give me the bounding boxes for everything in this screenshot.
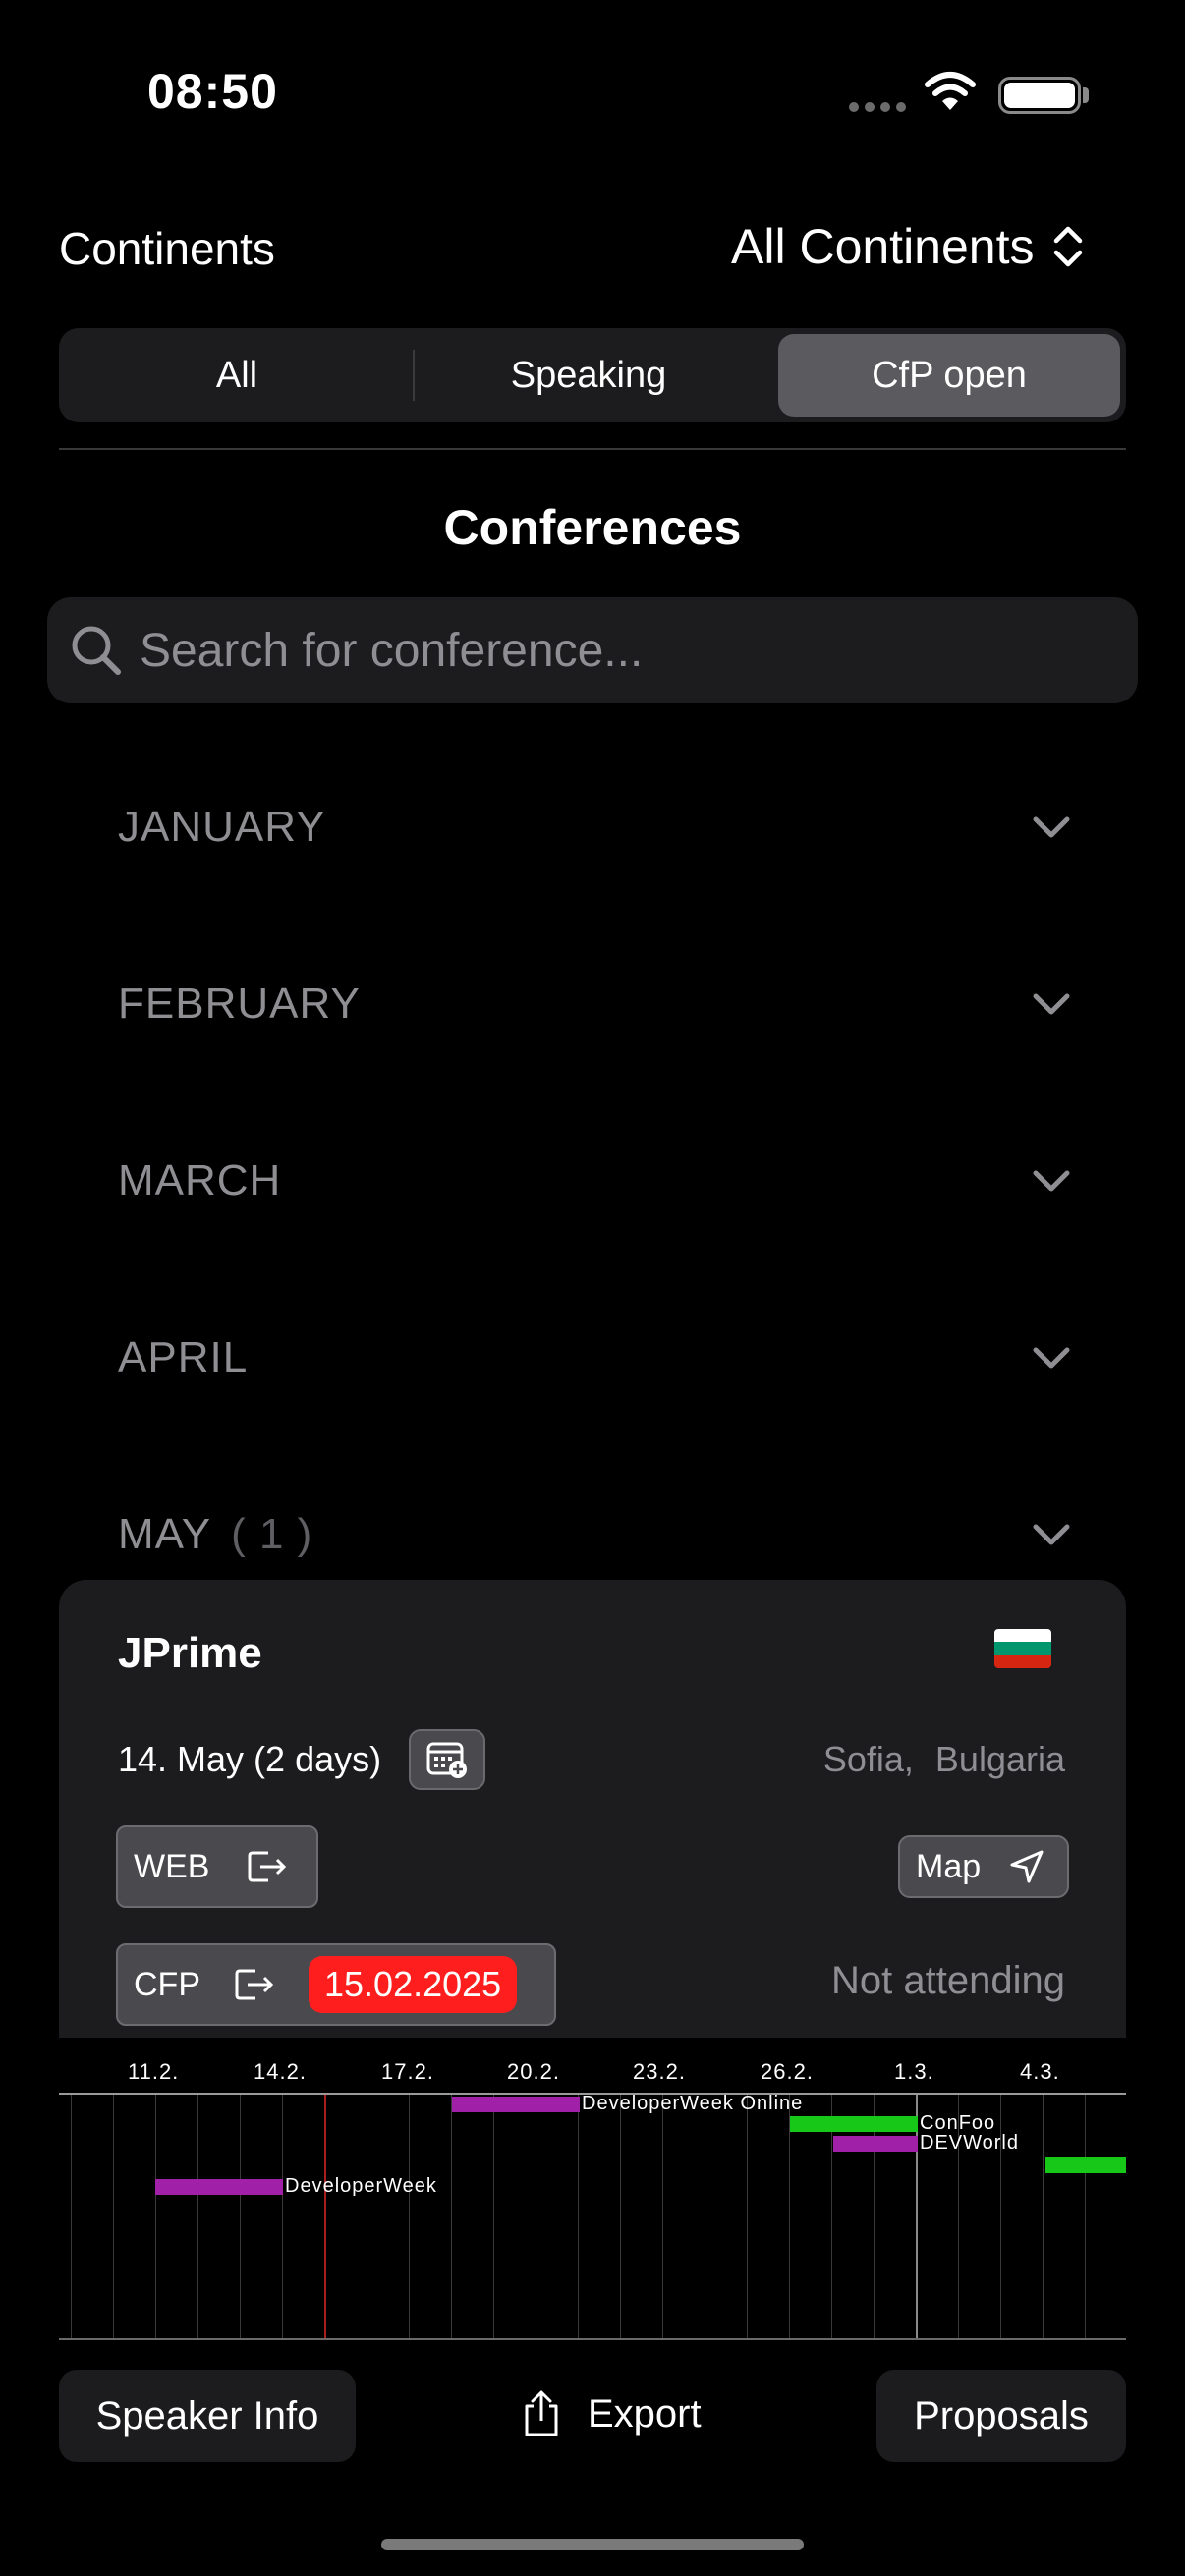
chevron-down-icon xyxy=(1033,993,1070,1015)
timeline-grid-line xyxy=(1043,2095,1044,2338)
month-name: JANUARY xyxy=(118,803,326,851)
timeline-date-label: 11.2. xyxy=(128,2059,180,2084)
timeline-event-label: DeveloperWeek xyxy=(285,2175,437,2197)
flag-stripe xyxy=(994,1654,1051,1668)
timeline-grid-line xyxy=(71,2095,72,2338)
cfp-label: CFP xyxy=(134,1965,200,2003)
timeline-grid-line xyxy=(155,2095,156,2338)
timeline-event-bar[interactable] xyxy=(452,2097,580,2112)
cfp-deadline-badge: 15.02.2025 xyxy=(309,1956,518,2013)
chevron-down-icon xyxy=(1033,1524,1070,1545)
conference-date: 14. May (2 days) xyxy=(118,1739,382,1779)
conference-location: Sofia, Bulgaria xyxy=(822,1739,1065,1779)
search-icon xyxy=(72,626,121,675)
search-input[interactable] xyxy=(140,597,1102,703)
segment-divider xyxy=(413,350,415,401)
timeline-grid-line xyxy=(282,2095,283,2338)
timeline-grid-line xyxy=(451,2095,452,2338)
flag-stripe xyxy=(994,1629,1051,1643)
continents-label: Continents xyxy=(59,223,275,274)
timeline-grid-line xyxy=(493,2095,494,2338)
timeline-event-bar[interactable] xyxy=(1045,2157,1126,2173)
timeline-grid-line xyxy=(240,2095,241,2338)
website-button[interactable]: WEB xyxy=(116,1825,318,1908)
timeline-grid-line xyxy=(113,2095,114,2338)
map-label: Map xyxy=(916,1847,982,1885)
search-bar xyxy=(47,597,1138,703)
timeline-date-labels: 11.2. 14.2. 17.2. 20.2. 23.2. 26.2. 1.3.… xyxy=(59,2049,1126,2089)
segment-speaking[interactable]: Speaking xyxy=(417,334,761,417)
segment-cfp-open[interactable]: CfP open xyxy=(778,334,1120,417)
timeline-grid-line xyxy=(747,2095,748,2338)
website-label: WEB xyxy=(134,1847,210,1885)
wifi-icon xyxy=(924,71,977,119)
calendar-add-icon xyxy=(426,1742,467,1778)
location-arrow-icon xyxy=(1010,1850,1044,1883)
add-to-calendar-button[interactable] xyxy=(409,1729,485,1790)
home-indicator xyxy=(381,2539,804,2550)
timeline-date-label: 20.2. xyxy=(507,2059,560,2084)
timeline-grid-line xyxy=(1085,2095,1086,2338)
month-row-january[interactable]: JANUARY xyxy=(118,788,1071,867)
attendance-status[interactable]: Not attending xyxy=(831,1959,1065,2003)
share-icon xyxy=(525,2390,558,2436)
timeline-grid-line xyxy=(578,2095,579,2338)
month-name: MARCH xyxy=(118,1156,282,1204)
divider xyxy=(59,448,1126,450)
month-count: ( 1 ) xyxy=(231,1510,313,1558)
segment-all[interactable]: All xyxy=(65,334,409,417)
proposals-button[interactable]: Proposals xyxy=(876,2370,1126,2462)
timeline-grid-line xyxy=(662,2095,663,2338)
timeline-date-label: 14.2. xyxy=(254,2059,307,2084)
timeline-date-label: 4.3. xyxy=(1020,2059,1060,2084)
flag-stripe xyxy=(994,1642,1051,1655)
cfp-button[interactable]: CFP 15.02.2025 xyxy=(116,1943,556,2026)
timeline-date-label: 17.2. xyxy=(381,2059,434,2084)
timeline-date-label: 1.3. xyxy=(894,2059,934,2084)
open-link-icon xyxy=(248,1851,287,1882)
chevron-up-down-icon xyxy=(1053,226,1082,267)
timeline-bottom-axis xyxy=(59,2338,1126,2340)
chevron-down-icon xyxy=(1033,816,1070,838)
timeline-grid-line xyxy=(620,2095,621,2338)
cellular-signal-icon xyxy=(849,102,906,112)
month-row-february[interactable]: FEBRUARY xyxy=(118,965,1071,1043)
month-name: FEBRUARY xyxy=(118,980,361,1028)
timeline-event-label: DEVWorld xyxy=(920,2132,1019,2154)
timeline-event-bar[interactable] xyxy=(155,2179,283,2195)
continent-picker[interactable]: All Continents xyxy=(731,218,1084,275)
speaker-info-button[interactable]: Speaker Info xyxy=(59,2370,356,2462)
battery-icon xyxy=(998,77,1081,114)
timeline-event-bar[interactable] xyxy=(790,2116,918,2132)
month-row-april[interactable]: APRIL xyxy=(118,1318,1071,1397)
bulgaria-flag-icon xyxy=(994,1629,1051,1668)
export-label: Export xyxy=(588,2391,702,2436)
timeline-date-label: 26.2. xyxy=(761,2059,814,2084)
month-row-march[interactable]: MARCH xyxy=(118,1142,1071,1220)
page-title: Conferences xyxy=(443,500,742,555)
timeline-grid-line xyxy=(409,2095,410,2338)
chevron-down-icon xyxy=(1033,1170,1070,1192)
timeline-event-bar[interactable] xyxy=(833,2136,918,2152)
open-link-icon xyxy=(235,1969,274,2000)
today-marker xyxy=(324,2095,326,2338)
continent-picker-value: All Continents xyxy=(731,219,1035,274)
chevron-down-icon xyxy=(1033,1347,1070,1369)
month-name: MAY( 1 ) xyxy=(118,1510,313,1558)
timeline-event-label: DeveloperWeek Online xyxy=(582,2093,804,2114)
filter-segmented-control: All Speaking CfP open xyxy=(59,328,1126,422)
timeline-date-label: 23.2. xyxy=(633,2059,686,2084)
battery-tip xyxy=(1083,87,1089,103)
conference-card[interactable]: JPrime 14. May (2 days) Sofia, Bulgaria … xyxy=(59,1580,1126,2038)
month-row-may[interactable]: MAY( 1 ) xyxy=(118,1495,1071,1574)
month-name: APRIL xyxy=(118,1333,249,1381)
conference-title: JPrime xyxy=(118,1629,262,1677)
export-button[interactable]: Export xyxy=(521,2389,702,2438)
map-button[interactable]: Map xyxy=(898,1835,1069,1898)
status-time: 08:50 xyxy=(147,64,278,119)
conference-timeline[interactable]: 11.2. 14.2. 17.2. 20.2. 23.2. 26.2. 1.3.… xyxy=(59,2049,1126,2340)
